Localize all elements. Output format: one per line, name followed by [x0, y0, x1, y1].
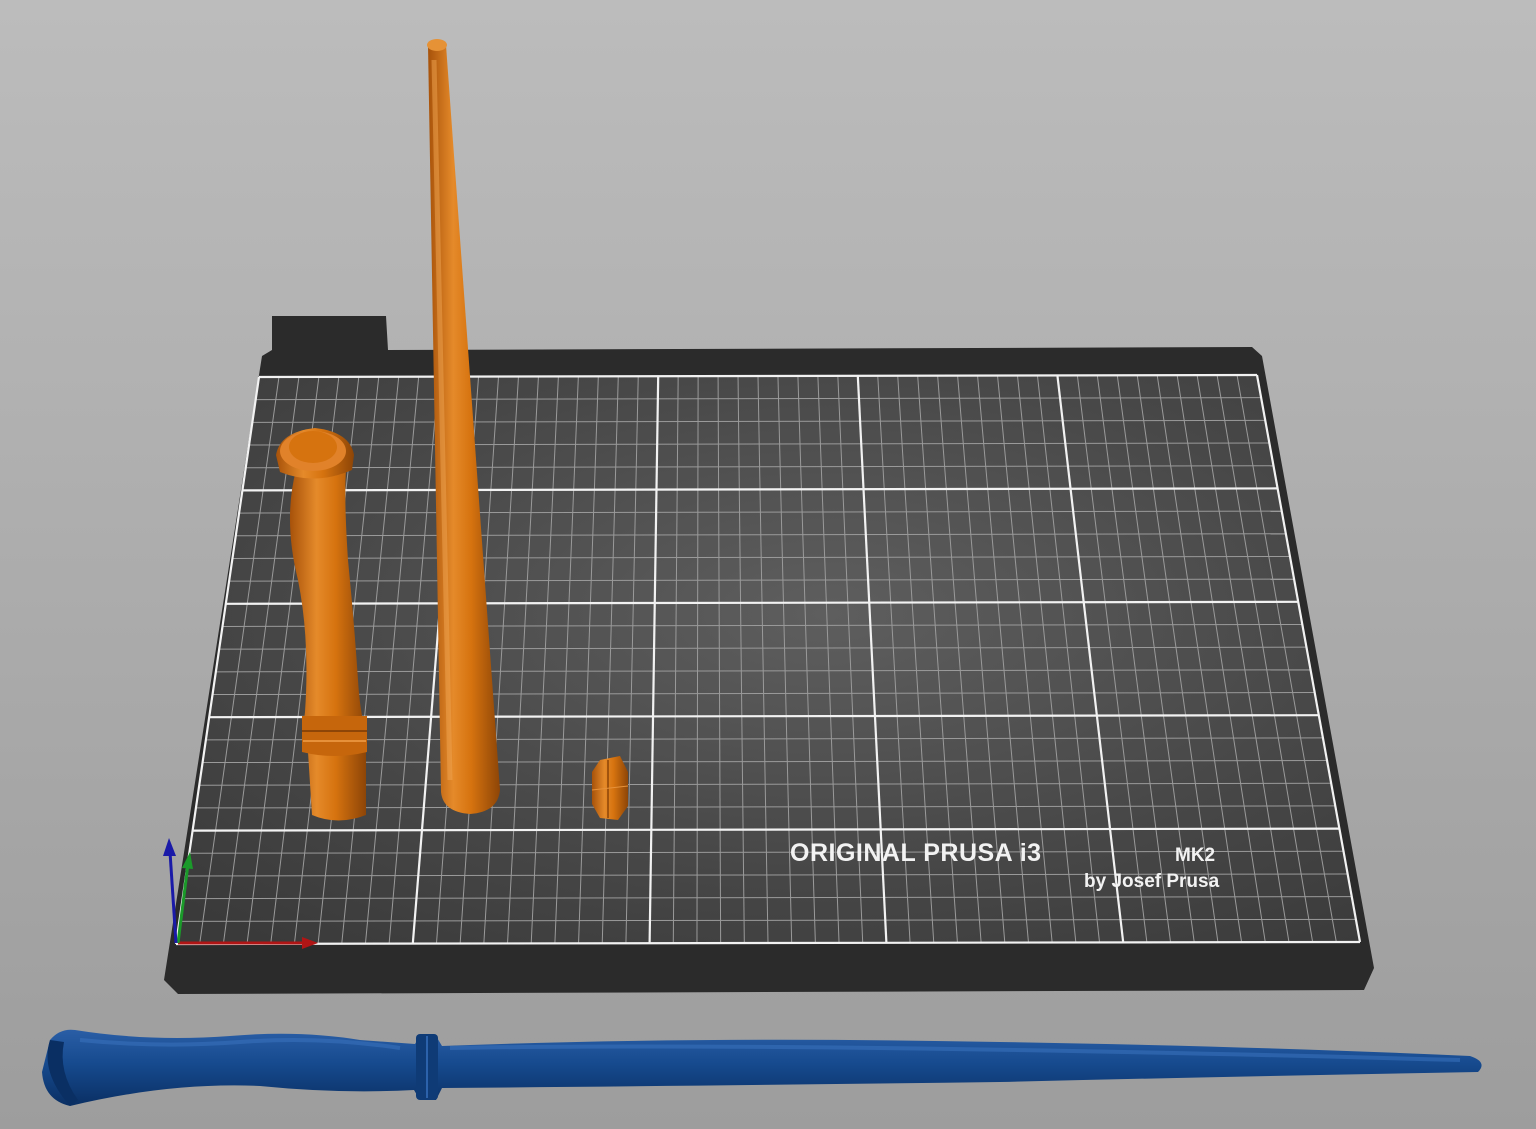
bed-logo-byline: by Josef Prusa: [1084, 871, 1220, 892]
wand-shaft-tip: [427, 39, 447, 51]
scene-canvas[interactable]: ORIGINAL PRUSA i3 MK2 by Josef Prusa: [0, 0, 1536, 1129]
3d-viewport[interactable]: ORIGINAL PRUSA i3 MK2 by Josef Prusa: [0, 0, 1536, 1129]
bed-logo-model: MK2: [1175, 845, 1215, 866]
wand-handle-collar: [302, 716, 367, 756]
z-axis-arrow: [163, 838, 176, 856]
assembled-wand[interactable]: [42, 1029, 1482, 1106]
bed-logo-main: ORIGINAL PRUSA i3: [790, 839, 1042, 867]
wand-handle-cap-dome: [289, 431, 337, 463]
small-hex-part[interactable]: [591, 756, 629, 820]
